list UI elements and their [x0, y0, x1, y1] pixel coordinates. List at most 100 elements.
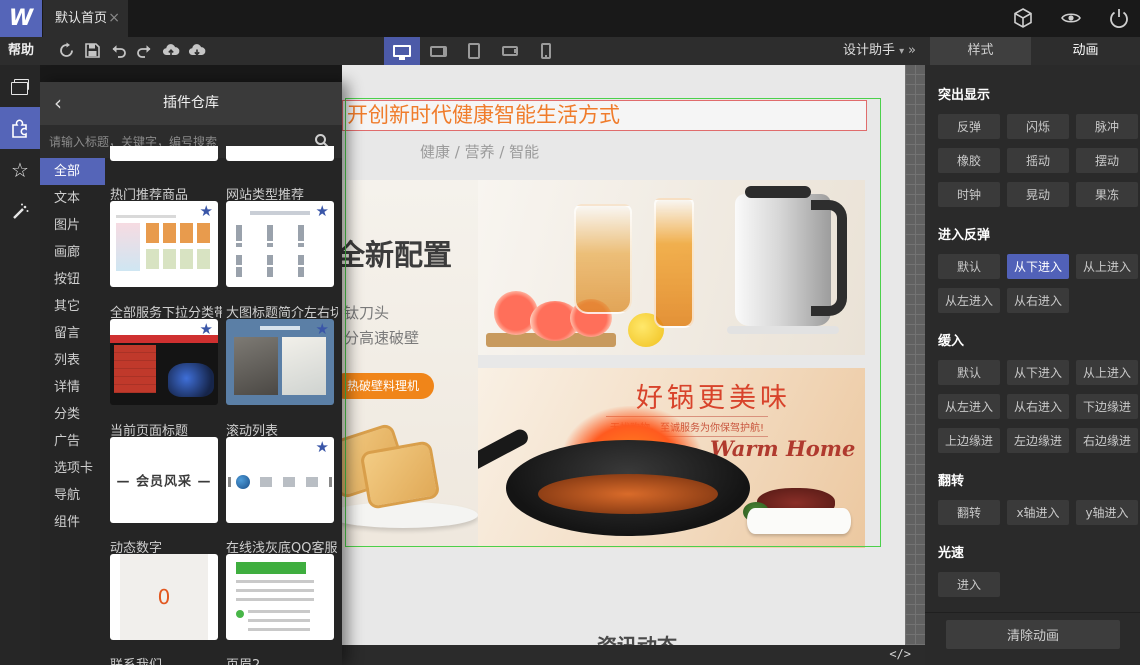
animation-option-button[interactable]: 右边缘进 — [1076, 428, 1138, 453]
device-laptop-button[interactable] — [420, 37, 456, 65]
plugin-card[interactable]: ★ — [226, 201, 334, 287]
juice-pitcher-image — [574, 204, 632, 314]
plugin-card-partial[interactable] — [226, 146, 334, 161]
save-icon[interactable] — [84, 42, 101, 59]
tab-style[interactable]: 样式 — [930, 37, 1031, 65]
design-assistant-dropdown[interactable]: 设计助手 ▾ — [843, 37, 904, 66]
redo-icon[interactable] — [136, 42, 153, 59]
cloud-download-icon[interactable] — [188, 42, 206, 59]
plugin-card[interactable]: ★ — [110, 319, 218, 405]
toolbar: 帮助 设计助手 ▾ » 样式 动画 — [0, 37, 1140, 65]
animation-option-button[interactable]: 从右进入 — [1007, 288, 1069, 313]
animation-option-button[interactable]: 翻转 — [938, 500, 1000, 525]
help-button[interactable]: 帮助 — [8, 37, 34, 65]
animation-option-button[interactable]: 果冻 — [1076, 182, 1138, 207]
sidebar-item-pages[interactable] — [0, 65, 40, 107]
magic-wand-icon — [10, 202, 30, 222]
tab-animation[interactable]: 动画 — [1031, 37, 1140, 65]
plugin-card-label: 在线浅灰底QQ客服 — [226, 541, 338, 553]
animation-option-button[interactable]: 脉冲 — [1076, 114, 1138, 139]
category-item[interactable]: 按钮 — [40, 266, 105, 293]
animation-option-button[interactable]: 进入 — [938, 572, 1000, 597]
animation-option-button[interactable]: 从左进入 — [938, 288, 1000, 313]
category-item[interactable]: 留言 — [40, 320, 105, 347]
animation-option-button[interactable]: 闪烁 — [1007, 114, 1069, 139]
category-item[interactable]: 详情 — [40, 374, 105, 401]
star-icon[interactable]: ★ — [200, 202, 213, 220]
animation-option-button[interactable]: 反弹 — [938, 114, 1000, 139]
animation-option-button[interactable]: 从下进入 — [1007, 360, 1069, 385]
animation-option-button[interactable]: 从上进入 — [1076, 360, 1138, 385]
animation-option-button[interactable]: y轴进入 — [1076, 500, 1138, 525]
banner1-cta-button[interactable]: 热破壁料理机 — [342, 373, 434, 399]
plugin-card[interactable] — [226, 554, 334, 640]
refresh-icon[interactable] — [58, 42, 75, 59]
sidebar-item-design-tools[interactable] — [0, 191, 40, 233]
animation-option-button[interactable]: 默认 — [938, 360, 1000, 385]
animation-option-button[interactable]: 晃动 — [1007, 182, 1069, 207]
category-item[interactable]: 其它 — [40, 293, 105, 320]
animation-option-button[interactable]: 时钟 — [938, 182, 1000, 207]
cloud-upload-icon[interactable] — [162, 42, 180, 59]
animation-option-button[interactable]: 上边缘进 — [938, 428, 1000, 453]
animation-option-button[interactable]: 左边缘进 — [1007, 428, 1069, 453]
animation-option-button[interactable]: 默认 — [938, 254, 1000, 279]
sidebar-item-plugins[interactable] — [0, 107, 40, 149]
category-item[interactable]: 广告 — [40, 428, 105, 455]
star-icon[interactable]: ★ — [316, 320, 329, 338]
plugin-card[interactable]: 0 — [110, 554, 218, 640]
clear-animation-button[interactable]: 清除动画 — [946, 620, 1120, 649]
banner-left-column[interactable]: 全新配置 钛刀头 分高速破壁 热破壁料理机 — [342, 180, 478, 548]
device-desktop-button[interactable] — [384, 37, 420, 65]
category-item[interactable]: 图片 — [40, 212, 105, 239]
animation-option-button[interactable]: 摇动 — [1007, 148, 1069, 173]
category-item[interactable]: 全部 — [40, 158, 105, 185]
code-view-icon[interactable]: </> — [889, 647, 911, 661]
kettle-banner-image[interactable] — [478, 180, 865, 355]
category-item[interactable]: 文本 — [40, 185, 105, 212]
expand-panel-button[interactable]: » — [908, 37, 916, 65]
animation-option-button[interactable]: 从左进入 — [938, 394, 1000, 419]
wok-banner-image[interactable]: 好锅更美味 无忧购物，至诚服务为你保驾护航! Warm Home — [478, 368, 865, 548]
plugin-card-label: 当前页面标题 — [110, 424, 189, 436]
category-item[interactable]: 分类 — [40, 401, 105, 428]
selected-heading-element[interactable]: 开创新时代健康智能生活方式 — [342, 100, 867, 131]
close-tab-icon[interactable]: × — [108, 0, 120, 37]
plugin-card[interactable]: — 会员风采 — — [110, 437, 218, 523]
sidebar-item-favorites[interactable]: ☆ — [0, 149, 40, 191]
animation-option-button[interactable]: 摆动 — [1076, 148, 1138, 173]
design-canvas[interactable]: 开创新时代健康智能生活方式 健康 / 营养 / 智能 全新配置 钛刀头 分高速破… — [342, 65, 905, 645]
plugin-card[interactable]: ★ — [226, 319, 334, 405]
plugin-card-partial[interactable] — [110, 146, 218, 161]
device-phone-portrait-button[interactable] — [528, 37, 564, 65]
star-icon[interactable]: ★ — [316, 202, 329, 220]
category-item[interactable]: 列表 — [40, 347, 105, 374]
canvas-scrollbar[interactable] — [905, 65, 925, 645]
undo-icon[interactable] — [110, 42, 127, 59]
preview-eye-icon[interactable] — [1060, 7, 1082, 29]
category-item[interactable]: 导航 — [40, 482, 105, 509]
animation-option-button[interactable]: x轴进入 — [1007, 500, 1069, 525]
category-item[interactable]: 组件 — [40, 509, 105, 536]
star-icon[interactable]: ★ — [200, 320, 213, 338]
laptop-icon — [429, 45, 447, 57]
power-icon[interactable] — [1108, 7, 1130, 29]
category-item[interactable]: 选项卡 — [40, 455, 105, 482]
components-cube-icon[interactable] — [1012, 7, 1034, 29]
animation-option-button[interactable]: 橡胶 — [938, 148, 1000, 173]
star-icon[interactable]: ★ — [316, 438, 329, 456]
device-tablet-button[interactable] — [456, 37, 492, 65]
page-tab-default-home[interactable]: 默认首页 × — [43, 0, 128, 37]
plugin-card[interactable]: ★ — [226, 437, 334, 523]
category-item[interactable]: 画廊 — [40, 239, 105, 266]
animation-option-button[interactable]: 下边缘进 — [1076, 394, 1138, 419]
app-logo: W — [0, 0, 42, 37]
toast-plate-image — [342, 502, 478, 528]
animation-option-button[interactable]: 从右进入 — [1007, 394, 1069, 419]
device-phone-landscape-button[interactable] — [492, 37, 528, 65]
canvas-subtitle-text[interactable]: 健康 / 营养 / 智能 — [420, 141, 539, 162]
plugin-card[interactable]: ★ — [110, 201, 218, 287]
pages-icon — [11, 79, 29, 95]
animation-option-button[interactable]: 从上进入 — [1076, 254, 1138, 279]
animation-option-button[interactable]: 从下进入 — [1007, 254, 1069, 279]
